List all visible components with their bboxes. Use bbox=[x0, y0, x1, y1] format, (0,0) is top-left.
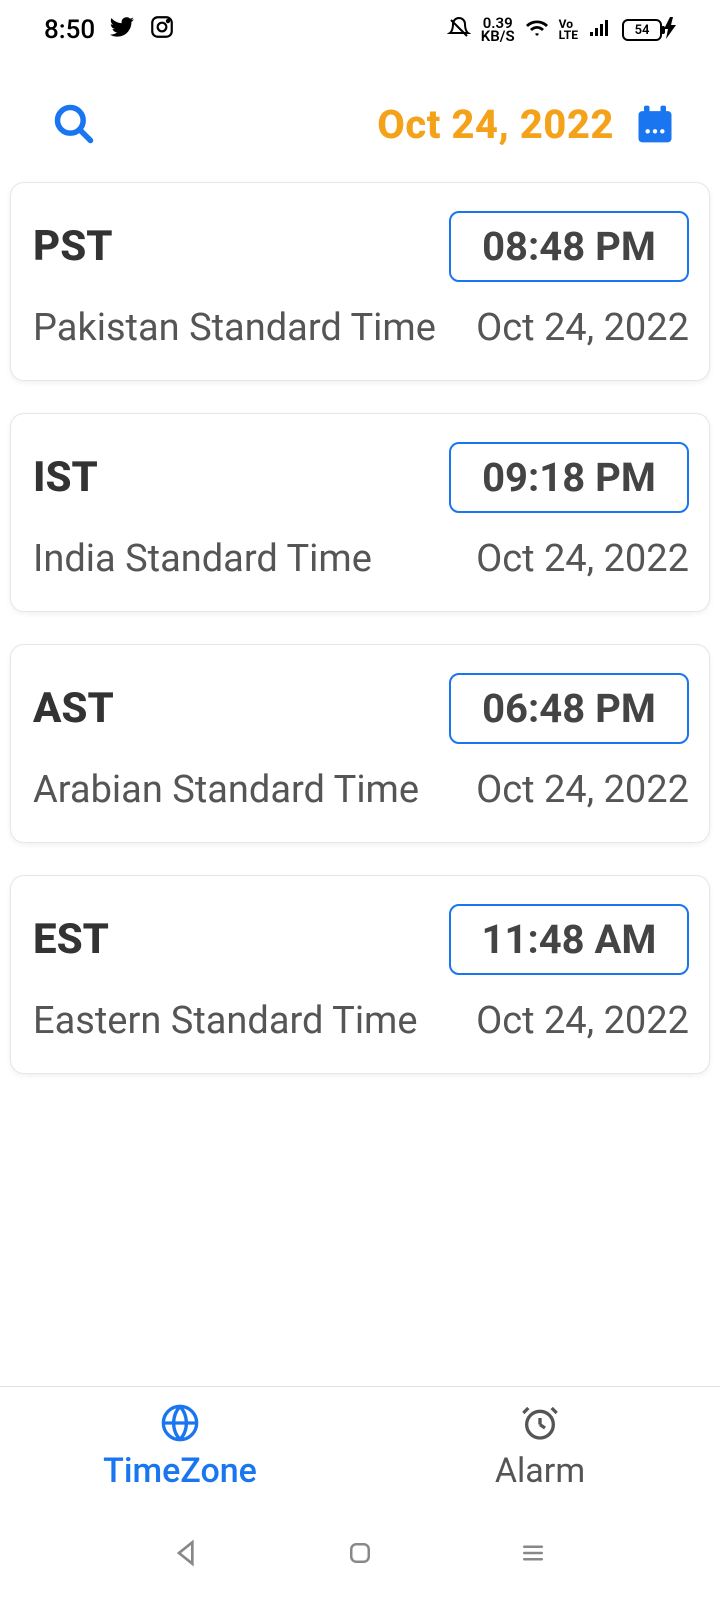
tz-abbr: IST bbox=[33, 453, 98, 502]
wifi-icon bbox=[525, 16, 549, 45]
calendar-icon bbox=[633, 102, 677, 146]
square-home-icon bbox=[345, 1538, 375, 1568]
network-speed-unit: KB/S bbox=[481, 30, 515, 44]
search-button[interactable] bbox=[50, 100, 98, 148]
menu-recents-icon bbox=[518, 1538, 548, 1568]
tz-date: Oct 24, 2022 bbox=[476, 306, 689, 350]
tz-full-name: Arabian Standard Time bbox=[33, 768, 419, 812]
search-icon bbox=[52, 102, 96, 146]
tz-date: Oct 24, 2022 bbox=[476, 999, 689, 1043]
tab-alarm[interactable]: Alarm bbox=[360, 1387, 720, 1506]
tz-full-name: India Standard Time bbox=[33, 537, 372, 581]
app-header: Oct 24, 2022 bbox=[0, 60, 720, 182]
tab-timezone[interactable]: TimeZone bbox=[0, 1387, 360, 1506]
globe-icon bbox=[160, 1403, 200, 1443]
charging-icon bbox=[664, 17, 676, 44]
tab-label: Alarm bbox=[495, 1451, 585, 1491]
tz-date: Oct 24, 2022 bbox=[476, 768, 689, 812]
mute-icon bbox=[447, 16, 471, 45]
tz-time[interactable]: 09:18 PM bbox=[449, 442, 689, 513]
nav-home-button[interactable] bbox=[339, 1532, 381, 1574]
nav-back-button[interactable] bbox=[166, 1532, 208, 1574]
date-calendar-group: Oct 24, 2022 bbox=[377, 101, 678, 148]
header-date: Oct 24, 2022 bbox=[377, 101, 614, 148]
instagram-icon bbox=[149, 14, 175, 47]
system-nav-bar bbox=[0, 1506, 720, 1600]
timezone-card[interactable]: IST 09:18 PM India Standard Time Oct 24,… bbox=[10, 413, 710, 612]
status-bar: 8:50 0.39 KB/S VoLTE 54 bbox=[0, 0, 720, 60]
twitter-icon bbox=[109, 14, 135, 47]
triangle-back-icon bbox=[171, 1537, 203, 1569]
volte-icon: VoLTE bbox=[559, 19, 578, 41]
timezone-card[interactable]: AST 06:48 PM Arabian Standard Time Oct 2… bbox=[10, 644, 710, 843]
battery-indicator: 54 bbox=[622, 17, 676, 44]
status-left: 8:50 bbox=[44, 14, 175, 47]
network-speed: 0.39 KB/S bbox=[481, 17, 515, 44]
tz-abbr: EST bbox=[33, 915, 109, 964]
tz-time[interactable]: 06:48 PM bbox=[449, 673, 689, 744]
tz-abbr: PST bbox=[33, 222, 113, 271]
tz-time[interactable]: 08:48 PM bbox=[449, 211, 689, 282]
tz-full-name: Pakistan Standard Time bbox=[33, 306, 436, 350]
tab-label: TimeZone bbox=[103, 1451, 257, 1491]
calendar-button[interactable] bbox=[632, 101, 678, 147]
signal-icon bbox=[588, 16, 612, 45]
nav-recents-button[interactable] bbox=[512, 1532, 554, 1574]
timezone-card[interactable]: PST 08:48 PM Pakistan Standard Time Oct … bbox=[10, 182, 710, 381]
tz-abbr: AST bbox=[33, 684, 114, 733]
alarm-clock-icon bbox=[520, 1403, 560, 1443]
tz-full-name: Eastern Standard Time bbox=[33, 999, 418, 1043]
status-time: 8:50 bbox=[44, 15, 95, 45]
bottom-tab-bar: TimeZone Alarm bbox=[0, 1386, 720, 1506]
battery-level: 54 bbox=[635, 23, 650, 38]
timezone-card[interactable]: EST 11:48 AM Eastern Standard Time Oct 2… bbox=[10, 875, 710, 1074]
status-right: 0.39 KB/S VoLTE 54 bbox=[447, 16, 676, 45]
tz-date: Oct 24, 2022 bbox=[476, 537, 689, 581]
tz-time[interactable]: 11:48 AM bbox=[449, 904, 689, 975]
timezone-list: PST 08:48 PM Pakistan Standard Time Oct … bbox=[0, 182, 720, 1074]
